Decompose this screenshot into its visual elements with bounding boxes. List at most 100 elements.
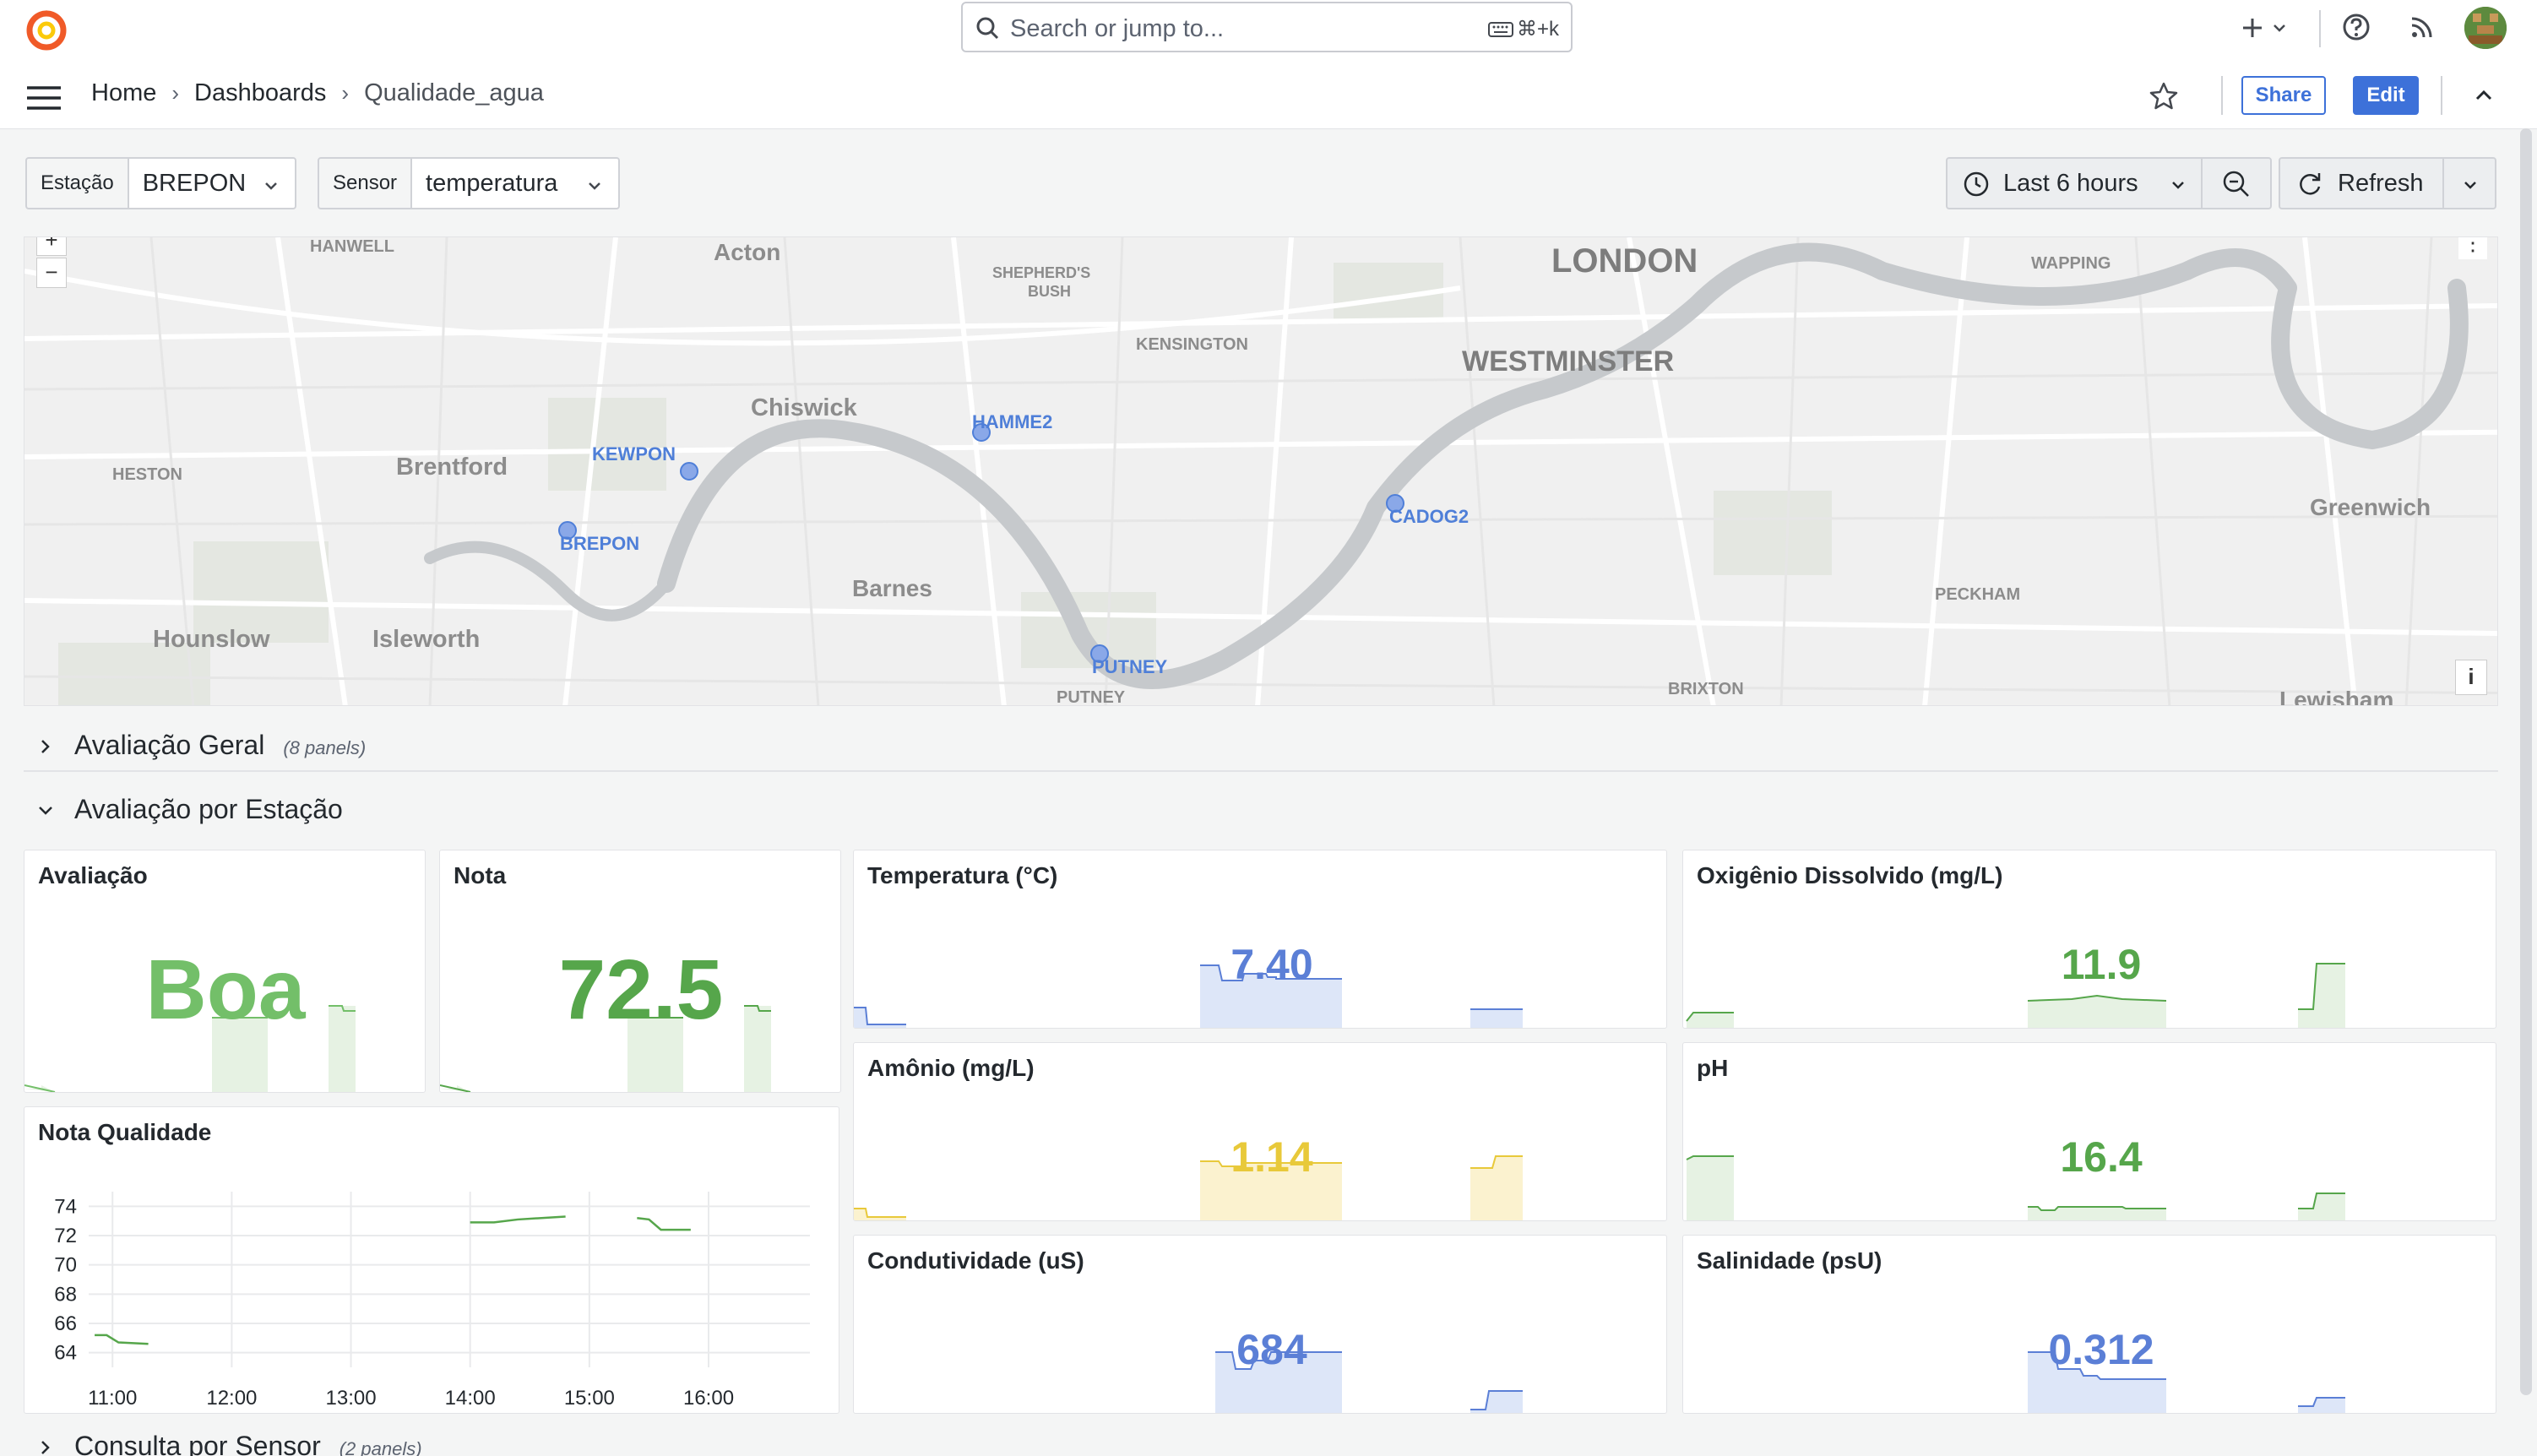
variable-value: temperatura — [426, 170, 558, 197]
edit-button[interactable]: Edit — [2353, 76, 2419, 115]
panel-condutividade[interactable]: Condutividade (uS) 684 — [853, 1235, 1667, 1414]
sparkline — [854, 1155, 1523, 1220]
grafana-logo-icon[interactable] — [24, 7, 69, 52]
station-label: PUTNEY — [1092, 656, 1168, 677]
breadcrumb-separator-icon: › — [171, 80, 180, 106]
row-consulta-por-sensor[interactable]: Consulta por Sensor (2 panels) — [24, 1431, 2498, 1456]
panel-salinidade[interactable]: Salinidade (psU) 0.312 — [1682, 1235, 2496, 1414]
sparkline — [1686, 1155, 2345, 1220]
panel-value: 16.4 — [2060, 1133, 2143, 1181]
map-label-bush: BUSH — [1028, 283, 1072, 300]
zoom-out-icon — [2223, 171, 2249, 197]
map-label-shepherds: SHEPHERD'S — [992, 264, 1091, 281]
refresh-button[interactable]: Refresh — [2279, 157, 2444, 209]
map-menu-icon[interactable]: ⋮ — [2458, 237, 2487, 259]
nota-qualidade-chart: 64 66 68 70 72 74 11:00 12:00 13:00 14:00 15:00 16:… — [54, 1192, 810, 1410]
panel-nota[interactable]: Nota 72.5 — [439, 850, 841, 1093]
map-label-greenwich: Greenwich — [2310, 494, 2431, 520]
series-line — [95, 1334, 149, 1345]
x-tick-label: 13:00 — [326, 1387, 377, 1410]
panel-temperatura[interactable]: Temperatura (°C) 7.40 — [853, 850, 1667, 1029]
refresh-label: Refresh — [2338, 170, 2424, 197]
sparkline — [1215, 1351, 1523, 1413]
variable-select-sensor[interactable]: temperatura — [412, 157, 621, 209]
station-label: BREPON — [560, 533, 640, 554]
new-menu-button[interactable] — [2238, 12, 2294, 46]
row-title: Avaliação Geral (8 panels) — [74, 730, 366, 761]
chevron-right-icon — [41, 1441, 50, 1454]
page-scrollbar[interactable] — [2520, 128, 2532, 1395]
variable-label: Sensor — [318, 157, 413, 209]
chevron-down-icon — [39, 807, 52, 815]
map-label-london: LONDON — [1551, 242, 1698, 280]
panel-amonio[interactable]: Amônio (mg/L) 1.14 — [853, 1042, 1667, 1221]
variable-select-estacao[interactable]: BREPON — [128, 157, 296, 209]
panel-value: 11.9 — [2061, 941, 2142, 988]
row-panel-count: (8 panels) — [283, 737, 367, 758]
collapse-chevron-up-icon[interactable] — [2473, 84, 2495, 111]
share-button[interactable]: Share — [2241, 76, 2326, 115]
row-avaliacao-por-estacao[interactable]: Avaliação por Estação — [24, 790, 2498, 833]
clock-icon — [1964, 171, 1989, 197]
map-label-lewisham: Lewisham — [2279, 687, 2394, 706]
breadcrumb-home[interactable]: Home — [91, 79, 156, 107]
panel-nota-qualidade[interactable]: Nota Qualidade 64 66 68 70 72 74 11:00 12:00 13:… — [24, 1106, 839, 1414]
user-avatar[interactable] — [2464, 7, 2507, 49]
map-label-heston: HESTON — [112, 465, 182, 484]
refresh-icon — [2300, 173, 2321, 195]
row-avaliacao-geral[interactable]: Avaliação Geral (8 panels) — [24, 726, 2498, 772]
map-label-brixton: BRIXTON — [1668, 680, 1744, 698]
y-tick-label: 70 — [54, 1254, 77, 1277]
divider — [2221, 76, 2223, 115]
y-tick-label: 72 — [54, 1225, 77, 1247]
variable-label: Estação — [25, 157, 129, 209]
chevron-down-icon — [2464, 182, 2476, 189]
series-line — [637, 1216, 691, 1231]
x-tick-label: 15:00 — [564, 1387, 615, 1410]
x-tick-label: 12:00 — [206, 1387, 257, 1410]
help-icon[interactable] — [2341, 12, 2371, 46]
time-range-picker[interactable]: Last 6 hours — [1946, 157, 2203, 209]
sparkline — [854, 964, 1523, 1028]
map-label-chiswick: Chiswick — [751, 394, 857, 421]
map-zoom-out-button[interactable]: − — [36, 258, 67, 288]
panel-value: Boa — [145, 943, 306, 1037]
variable-estacao: Estação BREPON — [25, 157, 296, 209]
map-zoom-in-button[interactable]: + — [36, 237, 67, 256]
refresh-interval-picker[interactable] — [2442, 157, 2496, 209]
map-label-westminster: WESTMINSTER — [1462, 345, 1675, 378]
map-label-kensington: KENSINGTON — [1136, 335, 1248, 354]
row-title-text: Consulta por Sensor — [74, 1431, 321, 1456]
panel-value: 0.312 — [2048, 1326, 2154, 1373]
panel-avaliacao[interactable]: Avaliação Boa — [24, 850, 426, 1093]
time-range-label: Last 6 hours — [2003, 170, 2138, 197]
row-title-text: Avaliação por Estação — [74, 794, 343, 824]
station-label: CADOG2 — [1389, 506, 1470, 527]
station-label: HAMME2 — [972, 411, 1053, 432]
rss-icon[interactable] — [2407, 12, 2437, 46]
breadcrumb-dashboards[interactable]: Dashboards — [194, 79, 326, 107]
panel-ph[interactable]: pH 16.4 — [1682, 1042, 2496, 1221]
row-title-text: Avaliação Geral — [74, 730, 265, 760]
variable-value: BREPON — [142, 170, 247, 197]
zoom-out-button[interactable] — [2201, 157, 2272, 209]
panel-value: 7.40 — [1230, 941, 1313, 988]
map-label-barnes: Barnes — [852, 575, 932, 601]
x-tick-label: 16:00 — [683, 1387, 734, 1410]
stations-map[interactable]: HANWELL Acton SHEPHERD'S BUSH LONDON WAP… — [24, 236, 2498, 706]
map-label-hounslow: Hounslow — [153, 626, 270, 653]
panel-value: 1.14 — [1230, 1133, 1313, 1181]
breadcrumb-current: Qualidade_agua — [364, 79, 544, 106]
panel-value: 72.5 — [558, 943, 724, 1037]
panel-value: 684 — [1236, 1326, 1307, 1373]
panel-oxigenio[interactable]: Oxigênio Dissolvido (mg/L) 11.9 — [1682, 850, 2496, 1029]
chevron-down-icon — [589, 182, 600, 190]
y-tick-label: 64 — [54, 1342, 77, 1365]
map-info-button[interactable]: i — [2455, 660, 2487, 695]
star-icon[interactable] — [2149, 81, 2179, 116]
menu-icon[interactable] — [27, 85, 61, 115]
divider — [2441, 76, 2442, 115]
search-placeholder: Search or jump to... — [1010, 15, 1225, 42]
search-input[interactable]: Search or jump to... ⌘+k — [961, 2, 1573, 52]
map-label-brentford: Brentford — [396, 454, 508, 481]
